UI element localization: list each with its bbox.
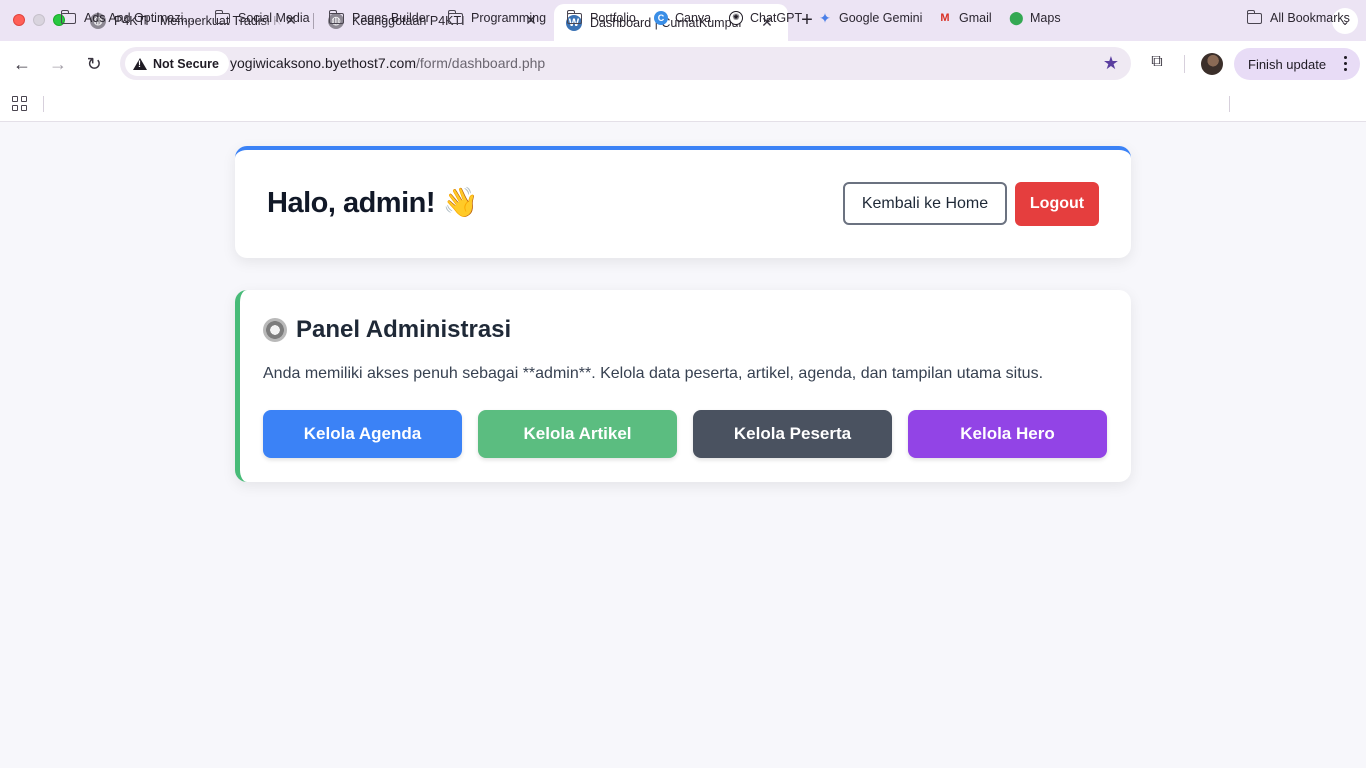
maps-icon: ⬤	[1009, 10, 1024, 25]
logout-button[interactable]: Logout	[1015, 182, 1099, 226]
bookmark-label: ChatGPT	[750, 11, 803, 25]
apps-grid-icon[interactable]	[12, 96, 27, 111]
bookmark-link[interactable]: ✺ ChatGPT	[729, 8, 802, 28]
browser-toolbar: ← → ↻ Not Secure yogiwicaksono.byethost7…	[0, 41, 1366, 87]
all-bookmarks-folder[interactable]: All Bookmarks	[1246, 8, 1350, 28]
bookmark-folder[interactable]: Social Media	[214, 8, 310, 28]
bookmark-label: Gmail	[959, 11, 992, 25]
bookmark-label: Canva	[675, 11, 712, 25]
folder-icon	[328, 9, 344, 24]
bookmark-link[interactable]: C Canva	[654, 8, 711, 28]
bookmark-label: Social Media	[238, 11, 310, 25]
bookmark-folder[interactable]: Portfolio	[566, 8, 636, 28]
bookmark-label: Portfolio	[590, 11, 636, 25]
bookmarks-bar	[0, 87, 1366, 122]
bookmarks-divider	[43, 96, 44, 112]
security-indicator[interactable]: Not Secure	[125, 51, 229, 76]
folder-icon	[566, 9, 582, 24]
forward-arrow-icon[interactable]: →	[45, 51, 71, 77]
bookmark-label: All Bookmarks	[1270, 11, 1350, 25]
bookmark-label: Pages Builder	[352, 11, 430, 25]
bookmark-link[interactable]: ✦ Google Gemini	[818, 8, 922, 28]
bookmark-link[interactable]: ⬤ Maps	[1009, 8, 1061, 28]
panel-title: Panel Administrasi	[263, 316, 511, 344]
extensions-puzzle-icon[interactable]: ⧉	[1146, 53, 1168, 75]
greeting-heading: Halo, admin! 👋	[267, 187, 479, 219]
bookmark-label: Google Gemini	[839, 11, 923, 25]
back-arrow-icon[interactable]: ←	[9, 51, 35, 77]
gmail-icon: M	[940, 12, 950, 24]
manage-participants-button[interactable]: Kelola Peserta	[693, 410, 892, 458]
bookmark-link[interactable]: M Gmail	[938, 8, 992, 28]
warning-icon	[133, 57, 147, 70]
bookmarks-divider	[1229, 96, 1230, 112]
url-path: /form/dashboard.php	[416, 55, 546, 71]
panel-title-text: Panel Administrasi	[296, 316, 512, 343]
window-minimize-button[interactable]	[33, 14, 45, 26]
reload-icon[interactable]: ↻	[81, 51, 107, 77]
more-menu-icon	[1344, 56, 1348, 74]
gear-icon	[263, 318, 287, 342]
bookmark-star-icon[interactable]: ★	[1103, 53, 1119, 74]
admin-panel-card: Panel Administrasi Anda memiliki akses p…	[235, 290, 1131, 482]
tab-separator	[313, 13, 314, 29]
manage-articles-button[interactable]: Kelola Artikel	[478, 410, 677, 458]
back-to-home-button[interactable]: Kembali ke Home	[843, 182, 1007, 225]
bookmark-folder[interactable]: Pages Builder	[328, 8, 430, 28]
folder-icon	[447, 9, 463, 24]
chatgpt-icon: ✺	[729, 11, 743, 25]
bookmark-label: Programming	[471, 11, 547, 25]
security-label: Not Secure	[153, 56, 219, 71]
profile-avatar[interactable]	[1201, 53, 1223, 75]
url-text[interactable]: yogiwicaksono.byethost7.com/form/dashboa…	[230, 55, 545, 71]
folder-icon	[214, 9, 230, 24]
gemini-icon: ✦	[819, 10, 831, 26]
bookmark-label: Ads And Optimazi...	[84, 11, 194, 25]
manage-hero-button[interactable]: Kelola Hero	[908, 410, 1107, 458]
folder-icon	[1246, 9, 1262, 24]
canva-icon: C	[654, 11, 668, 25]
manage-agenda-button[interactable]: Kelola Agenda	[263, 410, 462, 458]
toolbar-divider	[1184, 55, 1185, 73]
url-host: yogiwicaksono.byethost7.com	[230, 55, 416, 71]
address-bar[interactable]: Not Secure yogiwicaksono.byethost7.com/f…	[120, 47, 1131, 80]
bookmark-label: Maps	[1030, 11, 1061, 25]
welcome-header-card: Halo, admin! 👋 Kembali ke Home Logout	[235, 146, 1131, 258]
bookmark-folder[interactable]: Programming	[447, 8, 547, 28]
finish-update-label: Finish update	[1248, 56, 1327, 72]
bookmark-folder[interactable]: Ads And Optimazi...	[60, 8, 194, 28]
panel-description: Anda memiliki akses penuh sebagai **admi…	[263, 365, 1044, 382]
window-close-button[interactable]	[13, 14, 25, 26]
folder-icon	[60, 9, 76, 24]
finish-update-button[interactable]: Finish update	[1234, 48, 1360, 80]
